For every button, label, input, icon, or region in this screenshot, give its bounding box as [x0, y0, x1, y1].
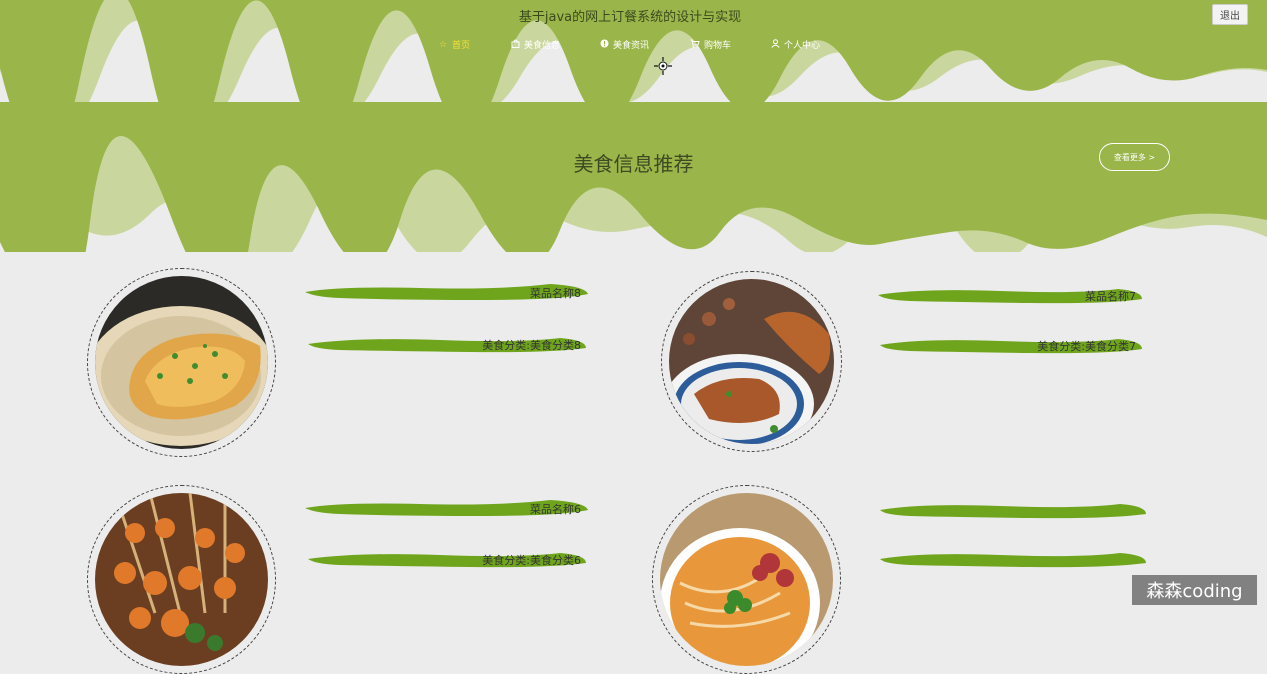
logout-button[interactable]: 退出 — [1212, 4, 1248, 25]
nav-item-label: 购物车 — [704, 41, 732, 51]
food-category: 美食分类:美食分类8 — [482, 339, 581, 352]
nav-item-personal-center[interactable]: 个人中心 — [770, 38, 820, 51]
user-icon — [770, 38, 780, 51]
nav-item-label: 首页 — [452, 41, 471, 51]
section-title: 美食信息推荐 — [573, 152, 694, 176]
nav-item-label: 美食资讯 — [613, 41, 650, 51]
watermark: 森森coding — [1132, 575, 1257, 605]
view-more-button[interactable]: 查看更多 > — [1099, 143, 1170, 171]
cart-icon — [690, 39, 700, 51]
nav-item-label: 个人中心 — [784, 41, 821, 51]
top-header: 基于java的网上订餐系统的设计与实现 退出 ☆ 首页 美食信息 美食资讯 购物… — [0, 0, 1267, 105]
nav-item-cart[interactable]: 购物车 — [690, 38, 731, 51]
food-image[interactable] — [669, 279, 834, 444]
food-name: 菜品名称6 — [530, 503, 581, 516]
move-cursor-icon — [654, 57, 672, 75]
food-category: 美食分类:美食分类7 — [1037, 340, 1136, 353]
nav-item-food-news[interactable]: 美食资讯 — [599, 38, 649, 51]
bag-icon — [510, 39, 520, 51]
nav-item-home[interactable]: ☆ 首页 — [438, 38, 471, 52]
food-image[interactable] — [95, 276, 268, 449]
site-title: 基于java的网上订餐系统的设计与实现 — [518, 10, 742, 25]
food-name: 菜品名称8 — [530, 287, 581, 300]
star-icon: ☆ — [438, 39, 448, 50]
brush-stroke-bg — [880, 504, 1146, 519]
info-icon — [599, 39, 609, 51]
nav-item-label: 美食信息 — [524, 41, 561, 51]
brush-stroke-bg — [880, 553, 1146, 568]
section-wave-background — [0, 102, 1267, 252]
food-image[interactable] — [660, 493, 833, 666]
main-nav: ☆ 首页 美食信息 美食资讯 购物车 个人中心 — [0, 38, 1267, 52]
food-image[interactable] — [95, 493, 268, 666]
food-category: 美食分类:美食分类6 — [482, 554, 581, 567]
nav-item-food-info[interactable]: 美食信息 — [510, 38, 560, 51]
food-name: 菜品名称7 — [1085, 290, 1136, 303]
